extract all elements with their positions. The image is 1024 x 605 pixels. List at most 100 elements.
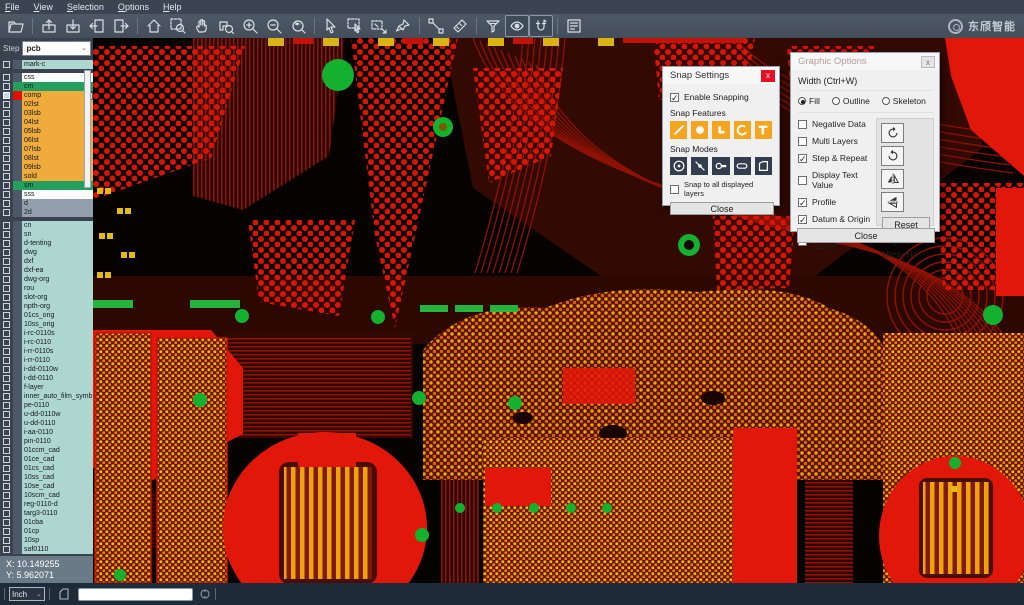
- checkbox-icon[interactable]: [798, 176, 807, 185]
- layer-color-swatch[interactable]: [13, 199, 22, 208]
- layer-row-dwg-org[interactable]: dwg-org: [0, 275, 93, 284]
- layer-row-09lsb[interactable]: 09lsb: [0, 163, 93, 172]
- layer-color-swatch[interactable]: [13, 473, 22, 482]
- layer-name[interactable]: reg-0110-d: [22, 500, 93, 509]
- layer-color-swatch[interactable]: [13, 91, 22, 100]
- layer-name[interactable]: 06lst: [22, 136, 93, 145]
- layer-row-sm[interactable]: sm: [0, 181, 93, 190]
- snap-close-button[interactable]: Close: [670, 202, 774, 215]
- layer-visibility-checkbox[interactable]: [3, 321, 10, 328]
- layer-color-swatch[interactable]: [13, 127, 22, 136]
- layer-row-comp[interactable]: compB: [0, 91, 93, 100]
- layer-name[interactable]: slot-org: [22, 293, 93, 302]
- layer-row-css[interactable]: css: [0, 73, 93, 82]
- page-previous-button[interactable]: [85, 15, 109, 37]
- layer-name[interactable]: 09lsb: [22, 163, 93, 172]
- layer-visibility-checkbox[interactable]: [3, 294, 10, 301]
- layer-visibility-checkbox[interactable]: [3, 61, 10, 68]
- layer-color-swatch[interactable]: [13, 491, 22, 500]
- layer-color-swatch[interactable]: [13, 428, 22, 437]
- layer-color-swatch[interactable]: [13, 518, 22, 527]
- layer-visibility-checkbox[interactable]: [3, 128, 10, 135]
- layer-color-swatch[interactable]: [13, 437, 22, 446]
- layer-row-dxf[interactable]: dxf: [0, 257, 93, 266]
- layer-color-swatch[interactable]: [13, 383, 22, 392]
- layer-color-swatch[interactable]: [13, 329, 22, 338]
- layer-row-08lst[interactable]: 08lst: [0, 154, 93, 163]
- layer-color-swatch[interactable]: [13, 302, 22, 311]
- layer-color-swatch[interactable]: [13, 154, 22, 163]
- layer-name[interactable]: 07lsb: [22, 145, 93, 154]
- layer-name[interactable]: dwg-org: [22, 275, 93, 284]
- graphic-checkbox-datum-origin[interactable]: ✓Datum & Origin: [798, 214, 879, 224]
- layer-row-i-aa-0110[interactable]: i-aa-0110: [0, 428, 93, 437]
- layer-name[interactable]: i-dd-0110w: [22, 365, 93, 374]
- layer-color-swatch[interactable]: [13, 293, 22, 302]
- layer-row-reg-0110-d[interactable]: reg-0110-d: [0, 500, 93, 509]
- select-arrow-button[interactable]: [319, 15, 343, 37]
- layer-visibility-checkbox[interactable]: [3, 92, 10, 99]
- menu-item-selection[interactable]: Selection: [67, 2, 104, 12]
- export-button[interactable]: [61, 15, 85, 37]
- layer-name[interactable]: saf0110: [22, 545, 93, 554]
- graphic-checkbox-profile[interactable]: ✓Profile: [798, 197, 879, 207]
- layer-row-2d[interactable]: 2d: [0, 208, 93, 217]
- layer-row-i-rc-0110[interactable]: i-rc-0110: [0, 338, 93, 347]
- layer-row-sold[interactable]: sold: [0, 172, 93, 181]
- layer-row-10se_cad[interactable]: 10se_cad: [0, 482, 93, 491]
- close-icon[interactable]: x: [761, 70, 775, 82]
- layer-color-swatch[interactable]: [13, 109, 22, 118]
- snap-dialog-titlebar[interactable]: Snap Settings x: [663, 67, 779, 84]
- layer-color-swatch[interactable]: [13, 527, 22, 536]
- layer-name[interactable]: 01cs_orig: [22, 311, 93, 320]
- radio-fill[interactable]: Fill: [798, 96, 820, 106]
- checkbox-icon[interactable]: [798, 137, 807, 146]
- radio-outline[interactable]: Outline: [832, 96, 870, 106]
- layer-name[interactable]: 01cs_cad: [22, 464, 93, 473]
- layer-color-swatch[interactable]: [13, 419, 22, 428]
- layer-name[interactable]: i-aa-0110: [22, 428, 93, 437]
- layer-name[interactable]: dxf-ea: [22, 266, 93, 275]
- layer-name[interactable]: comp: [22, 91, 85, 100]
- layer-color-swatch[interactable]: [13, 410, 22, 419]
- layer-name[interactable]: cm: [22, 82, 93, 91]
- layer-visibility-checkbox[interactable]: [3, 483, 10, 490]
- zoom-in-button[interactable]: [238, 15, 262, 37]
- layer-visibility-checkbox[interactable]: [3, 420, 10, 427]
- layer-visibility-checkbox[interactable]: [3, 438, 10, 445]
- mode-center-button[interactable]: [670, 157, 687, 175]
- layer-color-swatch[interactable]: [13, 163, 22, 172]
- close-icon[interactable]: x: [921, 56, 935, 68]
- layer-row-inner_auto_film_symb[interactable]: inner_auto_film_symb: [0, 392, 93, 401]
- filter-button[interactable]: [481, 15, 505, 37]
- layer-name[interactable]: npth-org: [22, 302, 93, 311]
- layer-visibility-checkbox[interactable]: [3, 528, 10, 535]
- layer-row-npth-org[interactable]: npth-org: [0, 302, 93, 311]
- layer-row-pin-0110[interactable]: pin-0110: [0, 437, 93, 446]
- layer-visibility-checkbox[interactable]: [3, 137, 10, 144]
- layer-row-mark-c[interactable]: mark-c: [0, 60, 93, 69]
- layer-row-01cs_orig[interactable]: 01cs_orig: [0, 311, 93, 320]
- layer-name[interactable]: i-dd-0110: [22, 374, 93, 383]
- layer-visibility-checkbox[interactable]: [3, 119, 10, 126]
- layer-color-swatch[interactable]: [13, 311, 22, 320]
- layer-name[interactable]: i-rr-0110: [22, 356, 93, 365]
- layer-name[interactable]: i-rr-0110s: [22, 347, 93, 356]
- mode-slot-button[interactable]: [734, 157, 751, 175]
- layer-row-i-rr-0110s[interactable]: i-rr-0110s: [0, 347, 93, 356]
- checkbox-icon[interactable]: ✓: [798, 154, 807, 163]
- layer-row-d[interactable]: d: [0, 199, 93, 208]
- mirror-horizontal-button[interactable]: [881, 169, 904, 189]
- layer-name[interactable]: 10sp: [22, 536, 93, 545]
- layer-row-dwg[interactable]: dwg: [0, 248, 93, 257]
- layer-visibility-checkbox[interactable]: [3, 537, 10, 544]
- layer-visibility-checkbox[interactable]: [3, 74, 10, 81]
- layer-name[interactable]: pe-0110: [22, 401, 93, 410]
- page-next-button[interactable]: [109, 15, 133, 37]
- layer-color-swatch[interactable]: [13, 482, 22, 491]
- layer-name[interactable]: 10ss_orig: [22, 320, 93, 329]
- layer-name[interactable]: css: [22, 73, 93, 82]
- new-page-icon[interactable]: [58, 588, 70, 600]
- layer-name[interactable]: mark-c: [22, 60, 93, 69]
- home-button[interactable]: [142, 15, 166, 37]
